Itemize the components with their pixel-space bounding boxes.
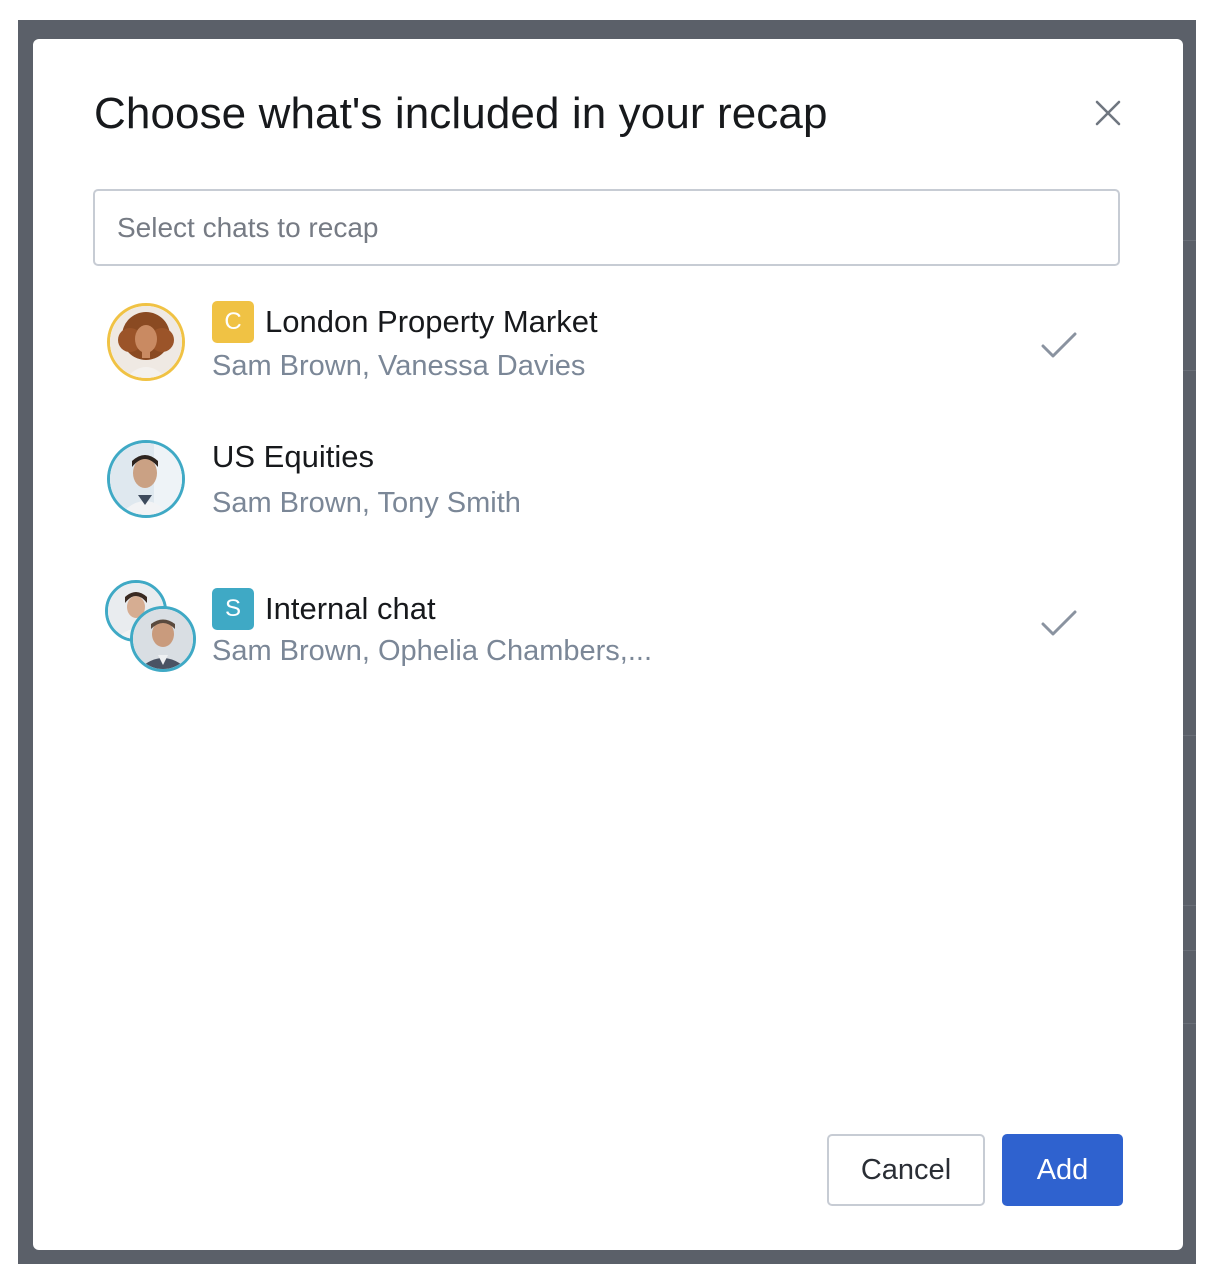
avatar bbox=[130, 606, 196, 672]
cancel-button[interactable]: Cancel bbox=[827, 1134, 985, 1206]
close-icon bbox=[1095, 100, 1121, 126]
checkmark-icon bbox=[1041, 332, 1077, 358]
checkmark-icon bbox=[1041, 610, 1077, 636]
background-divider bbox=[1183, 1023, 1196, 1024]
background-divider bbox=[1183, 370, 1196, 371]
background-divider bbox=[1183, 950, 1196, 951]
chat-name: London Property Market bbox=[265, 304, 598, 339]
chat-name: US Equities bbox=[212, 439, 374, 474]
chat-title-line: US Equities bbox=[212, 439, 374, 475]
chat-type-badge: C bbox=[212, 301, 254, 343]
chat-item-internal-chat[interactable]: S Internal chat Sam Brown, Ophelia Chamb… bbox=[93, 574, 1120, 674]
avatar bbox=[107, 440, 185, 518]
avatar bbox=[107, 303, 185, 381]
chat-name: Internal chat bbox=[265, 591, 436, 626]
background-divider bbox=[1183, 735, 1196, 736]
add-button[interactable]: Add bbox=[1002, 1134, 1123, 1206]
background-divider bbox=[1183, 240, 1196, 241]
chat-item-us-equities[interactable]: US Equities Sam Brown, Tony Smith bbox=[93, 434, 1120, 534]
close-button[interactable] bbox=[1091, 96, 1125, 130]
chat-members: Sam Brown, Vanessa Davies bbox=[212, 350, 586, 382]
chat-members: Sam Brown, Ophelia Chambers,... bbox=[212, 635, 653, 667]
chat-item-london-property-market[interactable]: C London Property Market Sam Brown, Vane… bbox=[93, 297, 1120, 397]
dialog-title: Choose what's included in your recap bbox=[94, 89, 828, 138]
recap-dialog: Choose what's included in your recap C L… bbox=[33, 39, 1183, 1250]
chat-title-line: C London Property Market bbox=[212, 301, 598, 343]
background-divider bbox=[1183, 905, 1196, 906]
chat-members: Sam Brown, Tony Smith bbox=[212, 487, 521, 519]
chat-type-badge: S bbox=[212, 588, 254, 630]
chat-title-line: S Internal chat bbox=[212, 588, 436, 630]
chat-search-input[interactable] bbox=[93, 189, 1120, 266]
